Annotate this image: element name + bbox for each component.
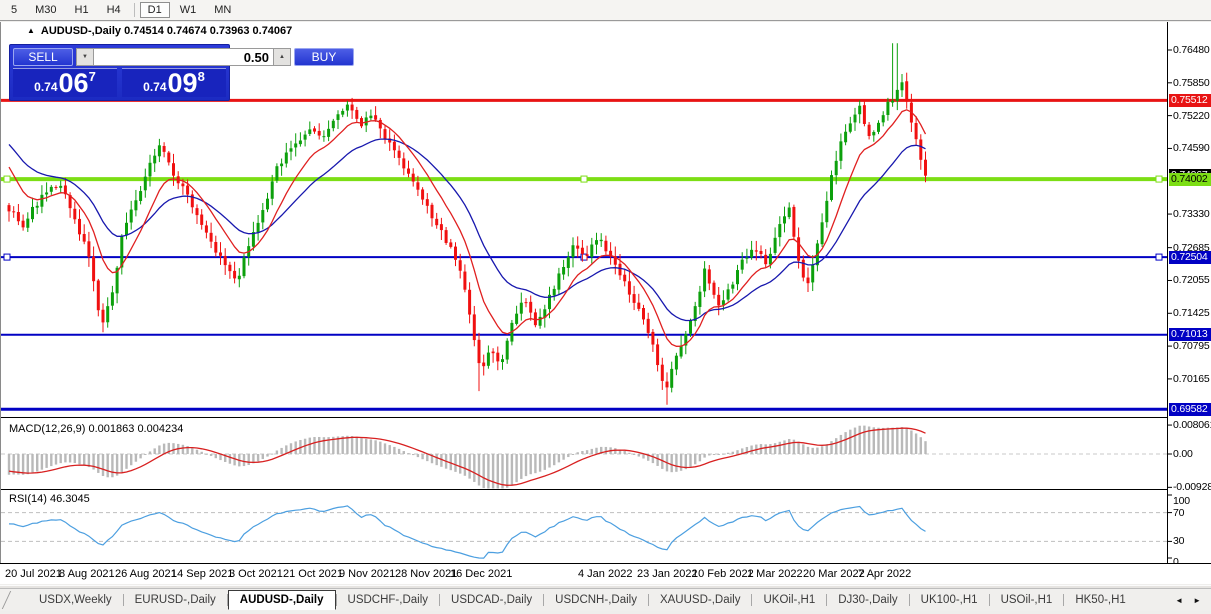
- price-tick-label: 0.72055: [1173, 274, 1210, 286]
- macd-tick-label: -0.009286: [1173, 481, 1211, 493]
- date-tick-label: 8 Aug 2021: [59, 568, 115, 580]
- date-tick-label: 21 Oct 2021: [283, 568, 343, 580]
- chart-ohlc-values: 0.74514 0.74674 0.73963 0.74067: [124, 25, 292, 37]
- terminal-window: 5M30H1H4 D1W1MN ▲ AUDUSD-,Daily 0.74514 0.…: [0, 0, 1211, 614]
- symbol-tab-dj30-daily[interactable]: DJ30-,Daily: [827, 591, 908, 609]
- line-price-badge: 0.72504: [1169, 251, 1211, 264]
- rsi-tick-label: 30: [1173, 535, 1184, 547]
- buy-price-big: 09: [168, 70, 198, 96]
- date-tick-label: 16 Dec 2021: [450, 568, 512, 580]
- symbol-tab-usdx-weekly[interactable]: USDX,Weekly: [28, 591, 123, 609]
- buy-button[interactable]: BUY: [294, 48, 354, 66]
- ma-slow-line: [9, 139, 926, 320]
- horizontal-lines: [1, 100, 1167, 409]
- macd-indicator-label: MACD(12,26,9) 0.001863 0.004234: [9, 423, 183, 435]
- line-handle[interactable]: [581, 176, 587, 182]
- line-handle[interactable]: [4, 176, 10, 182]
- date-axis: 20 Jul 20218 Aug 202126 Aug 202114 Sep 2…: [0, 563, 1211, 584]
- line-price-badge: 0.75512: [1169, 94, 1211, 107]
- buy-price-pipette: 8: [198, 69, 205, 84]
- date-tick-label: 10 Feb 2022: [692, 568, 754, 580]
- macd-histogram: [8, 426, 927, 489]
- timeframe-button-D1[interactable]: D1: [140, 2, 170, 18]
- line-price-badge: 0.71013: [1169, 328, 1211, 341]
- tabbar-edge: [2, 591, 11, 609]
- price-tick-label: 0.71425: [1173, 307, 1210, 319]
- symbol-tab-bar: USDX,WeeklyEURUSD-,DailyAUDUSD-,DailyUSD…: [0, 588, 1211, 611]
- date-tick-label: 23 Jan 2022: [637, 568, 698, 580]
- sell-price-big: 06: [59, 70, 89, 96]
- price-tick-label: 0.75850: [1173, 77, 1210, 89]
- sell-price-display[interactable]: 0.74 06 7: [13, 68, 117, 97]
- volume-increase-button[interactable]: ▲: [273, 48, 291, 66]
- symbol-tab-usdcnh-daily[interactable]: USDCNH-,Daily: [544, 591, 648, 609]
- timeframe-toolbar: 5M30H1H4 D1W1MN: [0, 0, 1211, 21]
- date-tick-label: 26 Aug 2021: [115, 568, 177, 580]
- tab-scroll-controls: ◄►: [1175, 596, 1211, 605]
- symbol-tab-xauusd-daily[interactable]: XAUUSD-,Daily: [649, 591, 752, 609]
- rsi-indicator-label: RSI(14) 46.3045: [9, 493, 90, 505]
- price-tick-label: 0.70795: [1173, 340, 1210, 352]
- macd-tick-label: 0.00: [1173, 448, 1193, 460]
- timeframe-button-5[interactable]: 5: [3, 2, 25, 18]
- symbol-tab-usdcad-daily[interactable]: USDCAD-,Daily: [440, 591, 543, 609]
- chart-symbol-title: ▲ AUDUSD-,Daily 0.74514 0.74674 0.73963 0…: [27, 25, 292, 37]
- macd-signal-line: [9, 428, 926, 485]
- rsi-line: [9, 506, 926, 558]
- line-handle[interactable]: [1156, 254, 1162, 260]
- chart-canvas[interactable]: [1, 22, 1211, 563]
- trade-panel-collapse-icon[interactable]: ▲: [27, 26, 35, 35]
- chart-symbol: AUDUSD-,Daily: [41, 25, 121, 37]
- line-handle[interactable]: [1156, 176, 1162, 182]
- rsi-tick-label: 100: [1173, 495, 1190, 507]
- date-tick-label: 3 Oct 2021: [229, 568, 283, 580]
- sell-price-pipette: 7: [89, 69, 96, 84]
- symbol-tab-hk50-h1[interactable]: HK50-,H1: [1064, 591, 1137, 609]
- one-click-trading-panel: SELL ▼ ▲ BUY 0.74 06 7 0.74 09 8: [9, 44, 230, 101]
- line-price-badge: 0.69582: [1169, 403, 1211, 416]
- volume-stepper: ▼ ▲: [76, 48, 291, 66]
- rsi-tick-label: 70: [1173, 507, 1184, 519]
- tab-scroll-right-icon[interactable]: ►: [1193, 596, 1201, 605]
- sell-button[interactable]: SELL: [13, 48, 73, 66]
- line-price-badge: 0.74002: [1169, 173, 1211, 186]
- date-tick-label: 4 Jan 2022: [578, 568, 632, 580]
- date-tick-label: 20 Jul 2021: [5, 568, 62, 580]
- ma-fast-line: [9, 110, 926, 346]
- timeframe-button-W1[interactable]: W1: [172, 2, 205, 18]
- timeframe-button-H4[interactable]: H4: [99, 2, 129, 18]
- line-handle[interactable]: [4, 254, 10, 260]
- symbol-tab-eurusd-daily[interactable]: EURUSD-,Daily: [124, 591, 227, 609]
- price-tick-label: 0.73330: [1173, 208, 1210, 220]
- timeframe-button-MN[interactable]: MN: [206, 2, 239, 18]
- tab-scroll-left-icon[interactable]: ◄: [1175, 596, 1183, 605]
- symbol-tab-ukoil-h1[interactable]: UKOil-,H1: [752, 591, 826, 609]
- date-tick-label: 14 Sep 2021: [171, 568, 233, 580]
- date-tick-label: 20 Mar 2022: [803, 568, 865, 580]
- symbol-tab-usdchf-daily[interactable]: USDCHF-,Daily: [337, 591, 440, 609]
- volume-input[interactable]: [94, 48, 273, 66]
- price-tick-label: 0.76480: [1173, 44, 1210, 56]
- date-tick-label: 7 Apr 2022: [858, 568, 911, 580]
- buy-price-prefix: 0.74: [143, 80, 166, 94]
- symbol-tab-usoil-h1[interactable]: USOil-,H1: [990, 591, 1064, 609]
- symbol-tab-uk100-h1[interactable]: UK100-,H1: [910, 591, 989, 609]
- macd-tick-label: 0.008061: [1173, 419, 1211, 431]
- chart-window: ▲ AUDUSD-,Daily 0.74514 0.74674 0.73963 0…: [0, 22, 1211, 563]
- price-tick-label: 0.75220: [1173, 110, 1210, 122]
- price-tick-label: 0.70165: [1173, 373, 1210, 385]
- toolbar-separator: [134, 3, 135, 17]
- date-tick-label: 9 Nov 2021: [339, 568, 395, 580]
- timeframe-button-H1[interactable]: H1: [67, 2, 97, 18]
- volume-decrease-button[interactable]: ▼: [76, 48, 94, 66]
- sell-price-prefix: 0.74: [34, 80, 57, 94]
- price-tick-label: 0.74590: [1173, 142, 1210, 154]
- symbol-tab-audusd-daily[interactable]: AUDUSD-,Daily: [228, 590, 336, 610]
- timeframe-button-M30[interactable]: M30: [27, 2, 64, 18]
- date-tick-label: 1 Mar 2022: [747, 568, 803, 580]
- buy-price-display[interactable]: 0.74 09 8: [122, 68, 226, 97]
- date-tick-label: 28 Nov 2021: [395, 568, 457, 580]
